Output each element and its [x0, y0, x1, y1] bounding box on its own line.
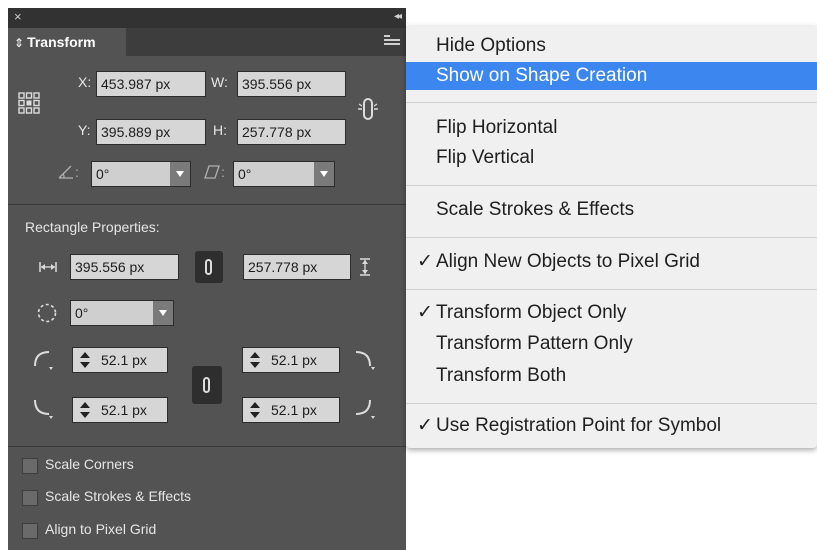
- shear-dropdown[interactable]: 0°: [233, 161, 335, 187]
- menu-divider: [406, 102, 817, 103]
- corner-tl-value: 52.1 px: [101, 352, 147, 368]
- divider: [8, 446, 406, 447]
- checkmark-icon: ✓: [417, 415, 433, 436]
- menu-item-label: Flip Horizontal: [436, 117, 558, 138]
- panel-tabbar: ⇕ Transform: [8, 28, 406, 56]
- panel-flyout-menu: Hide Options Show on Shape Creation Flip…: [406, 26, 817, 448]
- menu-item-hide-options[interactable]: Hide Options: [406, 32, 817, 60]
- menu-item-label: Transform Object Only: [436, 302, 627, 323]
- rotate-angle-icon: [58, 165, 73, 179]
- menu-item-use-registration-point[interactable]: ✓ Use Registration Point for Symbol: [406, 412, 817, 440]
- h-label: H:: [213, 122, 227, 138]
- rotate-icon: [37, 303, 57, 323]
- updown-arrows-icon: ⇕: [14, 36, 25, 50]
- panel-menu-icon[interactable]: [384, 35, 400, 49]
- panel-titlebar: × ◂◂: [8, 8, 406, 28]
- rectangle-properties-heading: Rectangle Properties:: [25, 219, 160, 235]
- menu-divider: [406, 237, 817, 238]
- scale-corners-label: Scale Corners: [45, 456, 134, 472]
- menu-item-flip-horizontal[interactable]: Flip Horizontal: [406, 114, 817, 142]
- tab-transform[interactable]: ⇕ Transform: [8, 28, 126, 56]
- link-icon: [203, 377, 210, 393]
- stepper-icon[interactable]: [247, 348, 263, 372]
- menu-item-transform-both[interactable]: Transform Both: [406, 362, 817, 390]
- rect-width-field[interactable]: 395.556 px: [70, 254, 179, 280]
- y-label: Y:: [78, 122, 91, 138]
- corner-tr-field[interactable]: 52.1 px: [242, 347, 340, 373]
- transform-panel: × ◂◂ ⇕ Transform X: 453.987 px W: 395.556…: [8, 8, 406, 550]
- menu-item-label: Scale Strokes & Effects: [436, 199, 635, 220]
- height-arrows-icon: [360, 258, 370, 276]
- rect-height-field[interactable]: 257.778 px: [243, 254, 351, 280]
- collapse-icon[interactable]: ◂◂: [394, 11, 402, 22]
- corner-top-right-icon[interactable]: [353, 348, 377, 370]
- tab-transform-label: Transform: [27, 34, 96, 50]
- chevron-down-icon[interactable]: [153, 301, 173, 325]
- corner-bottom-left-icon[interactable]: [32, 398, 56, 420]
- chevron-down-icon[interactable]: [170, 162, 190, 186]
- menu-item-label: Align New Objects to Pixel Grid: [436, 251, 700, 272]
- x-field[interactable]: 453.987 px: [96, 71, 206, 97]
- menu-divider: [406, 289, 817, 290]
- rect-rotation-value: 0°: [75, 305, 89, 321]
- scale-strokes-checkbox[interactable]: [22, 490, 38, 506]
- menu-item-label: Use Registration Point for Symbol: [436, 415, 722, 436]
- shear-value: 0°: [238, 166, 252, 182]
- menu-item-align-new-objects[interactable]: ✓ Align New Objects to Pixel Grid: [406, 248, 817, 276]
- rect-rotation-dropdown[interactable]: 0°: [70, 300, 174, 326]
- link-width-height-button[interactable]: [195, 251, 223, 283]
- menu-item-transform-pattern-only[interactable]: Transform Pattern Only: [406, 330, 817, 358]
- menu-item-label: Transform Pattern Only: [436, 333, 633, 354]
- stepper-icon[interactable]: [77, 398, 93, 422]
- link-icon: [205, 259, 212, 275]
- corner-br-value: 52.1 px: [271, 402, 317, 418]
- align-pixel-grid-checkbox[interactable]: [22, 523, 38, 539]
- corner-tr-value: 52.1 px: [271, 352, 317, 368]
- close-icon[interactable]: ×: [14, 9, 22, 24]
- rotate-label: :: [75, 164, 79, 180]
- shear-label: :: [221, 164, 225, 180]
- w-label: W:: [211, 74, 228, 90]
- shear-icon: [204, 165, 220, 179]
- rotate-value: 0°: [96, 166, 110, 182]
- corner-bl-value: 52.1 px: [101, 402, 147, 418]
- y-field[interactable]: 395.889 px: [96, 119, 206, 145]
- corner-bl-field[interactable]: 52.1 px: [72, 397, 168, 423]
- menu-item-transform-object-only[interactable]: ✓ Transform Object Only: [406, 299, 817, 327]
- menu-divider: [406, 403, 817, 404]
- menu-item-flip-vertical[interactable]: Flip Vertical: [406, 144, 817, 172]
- menu-divider: [406, 185, 817, 186]
- corner-br-field[interactable]: 52.1 px: [242, 397, 340, 423]
- corner-top-left-icon[interactable]: [32, 348, 56, 370]
- scale-strokes-label: Scale Strokes & Effects: [45, 488, 192, 504]
- checkmark-icon: ✓: [417, 251, 433, 272]
- chevron-down-icon[interactable]: [314, 162, 334, 186]
- menu-item-label: Flip Vertical: [436, 147, 535, 168]
- constrain-proportions-icon[interactable]: [357, 97, 379, 121]
- x-label: X:: [78, 74, 92, 90]
- divider: [8, 204, 406, 205]
- corner-bottom-right-icon[interactable]: [353, 398, 377, 420]
- rotate-dropdown[interactable]: 0°: [91, 161, 191, 187]
- menu-item-show-on-shape-creation[interactable]: Show on Shape Creation: [406, 62, 817, 90]
- scale-corners-checkbox[interactable]: [22, 458, 38, 474]
- stepper-icon[interactable]: [247, 398, 263, 422]
- width-arrows-icon: [39, 262, 57, 272]
- corner-tl-field[interactable]: 52.1 px: [72, 347, 168, 373]
- h-field[interactable]: 257.778 px: [237, 119, 346, 145]
- stepper-icon[interactable]: [77, 348, 93, 372]
- menu-item-label: Show on Shape Creation: [436, 65, 648, 86]
- reference-point-icon[interactable]: [18, 92, 40, 114]
- menu-item-scale-strokes[interactable]: Scale Strokes & Effects: [406, 196, 817, 224]
- link-corners-button[interactable]: [192, 366, 222, 404]
- w-field[interactable]: 395.556 px: [237, 71, 346, 97]
- checkmark-icon: ✓: [417, 302, 433, 323]
- menu-item-label: Hide Options: [436, 35, 546, 56]
- align-pixel-grid-label: Align to Pixel Grid: [45, 521, 157, 537]
- menu-item-label: Transform Both: [436, 365, 567, 386]
